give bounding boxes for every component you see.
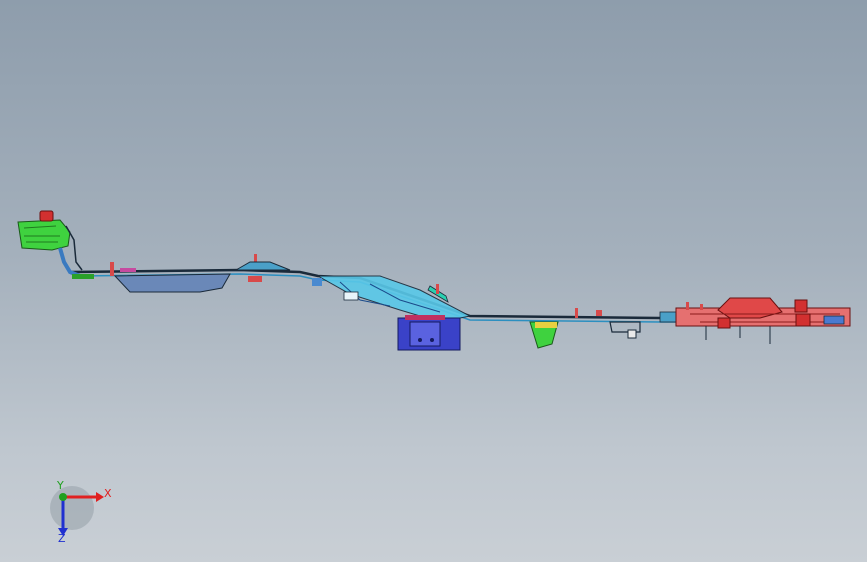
coordinate-triad: X Y Z: [50, 479, 112, 545]
y-axis-label: Y: [56, 479, 64, 492]
z-axis-label: Z: [58, 532, 66, 545]
y-axis-dot: [59, 493, 67, 501]
x-axis-label: X: [104, 487, 112, 500]
graphics-viewport[interactable]: X Y Z: [0, 0, 867, 562]
